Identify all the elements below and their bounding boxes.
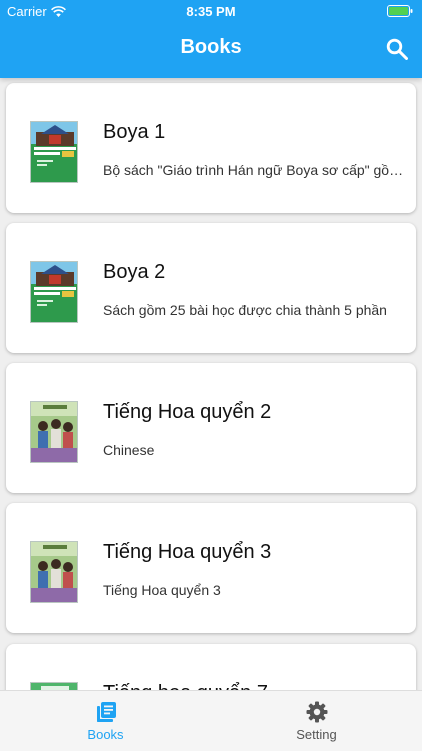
search-icon[interactable] [386,38,408,60]
book-description: Chinese [103,442,155,458]
book-cover-boya [30,261,78,323]
tab-books-label: Books [87,727,124,742]
book-cover-tieng-hoa [30,401,78,463]
book-cover-boya [30,121,78,183]
app-header: Carrier 8:35 PM Books [0,0,422,78]
status-time: 8:35 PM [186,4,236,19]
book-list[interactable]: Boya 1 Bộ sách "Giáo trình Hán ngữ Boya … [0,78,422,690]
book-title: Boya 2 [103,261,166,283]
battery-icon [387,5,413,17]
book-card-boya-2[interactable]: Boya 2 Sách gồm 25 bài học được chia thà… [6,223,416,353]
tab-setting-label: Setting [296,727,337,742]
book-description: Bộ sách "Giáo trình Hán ngữ Boya sơ cấp"… [103,162,413,178]
book-title: Boya 1 [103,121,166,143]
book-title: Tiếng hoa quyển 7 [103,682,268,690]
bottom-tab-bar: Books Setting [0,690,422,751]
gear-icon [306,701,327,723]
book-card-boya-1[interactable]: Boya 1 Bộ sách "Giáo trình Hán ngữ Boya … [6,83,416,213]
tab-books[interactable]: Books [0,691,211,751]
book-title: Tiếng Hoa quyển 3 [103,541,272,563]
status-bar: Carrier 8:35 PM [0,0,422,22]
book-description: Tiếng Hoa quyển 3 [103,582,221,598]
book-description: Sách gồm 25 bài học được chia thành 5 ph… [103,302,387,318]
page-title: Books [180,36,242,58]
book-cover-tieng-hoa [30,541,78,603]
book-card-tieng-hoa-3[interactable]: Tiếng Hoa quyển 3 Tiếng Hoa quyển 3 [6,503,416,633]
toolbar: Books [0,22,422,78]
tab-setting[interactable]: Setting [211,691,422,751]
book-icon [96,702,116,722]
book-cover-tieng-hoa [30,682,78,690]
book-card-tieng-hoa-7[interactable]: Tiếng hoa quyển 7 [6,644,416,690]
book-title: Tiếng Hoa quyển 2 [103,401,272,423]
book-card-tieng-hoa-2[interactable]: Tiếng Hoa quyển 2 Chinese [6,363,416,493]
